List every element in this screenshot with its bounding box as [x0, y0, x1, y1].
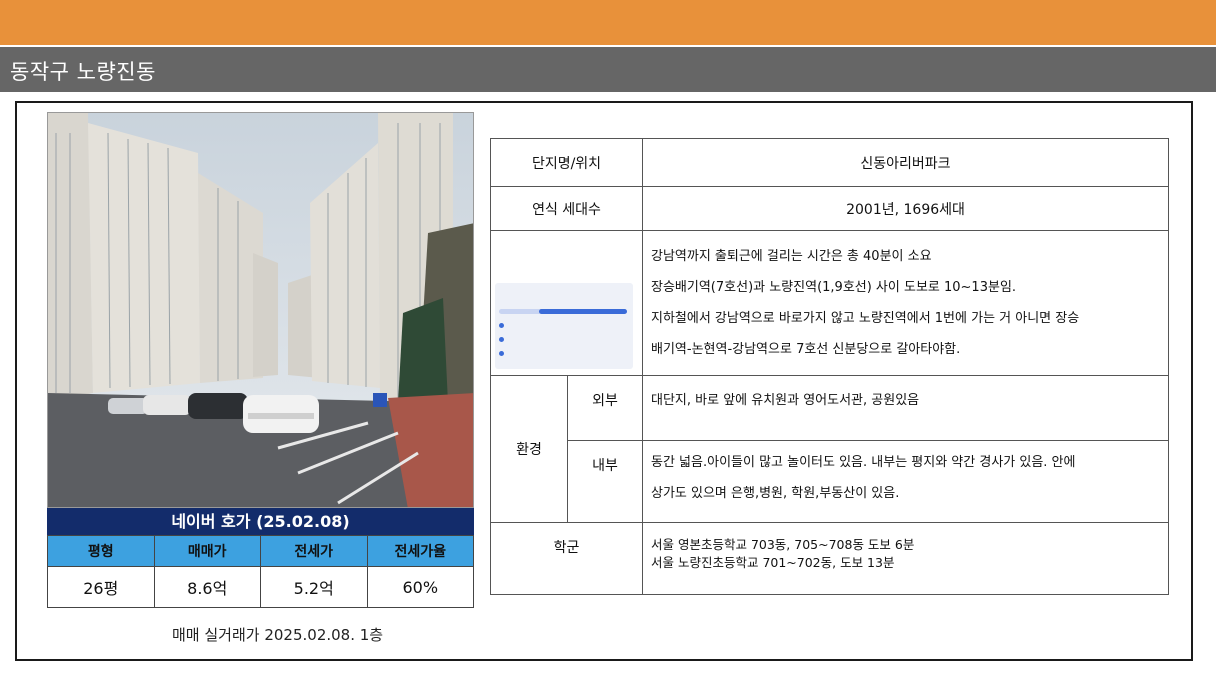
route-bar [499, 309, 627, 314]
price-header-size: 평형 [47, 535, 155, 567]
year-label: 연식 세대수 [490, 186, 643, 231]
school-label: 학군 [490, 522, 643, 595]
price-value-size: 26평 [47, 566, 155, 608]
route-dot [499, 323, 504, 328]
top-accent-bar [0, 0, 1216, 45]
env-inner-line: 동간 넓음.아이들이 많고 놀이터도 있음. 내부는 평지와 약간 경사가 있음… [651, 455, 1076, 470]
route-dot [499, 351, 504, 356]
env-inner-value: 동간 넓음.아이들이 많고 놀이터도 있음. 내부는 평지와 약간 경사가 있음… [642, 440, 1169, 523]
title-bar: 동작구 노량진동 [0, 47, 1216, 92]
price-table: 평형 매매가 전세가 전세가율 26평 8.6억 5.2억 60% [47, 535, 474, 608]
apartment-photo [47, 112, 474, 508]
traffic-line: 장승배기역(7호선)과 노량진역(1,9호선) 사이 도보로 10~13분임. [651, 280, 1017, 295]
price-value-ratio: 60% [366, 566, 474, 608]
year-value: 2001년, 1696세대 [642, 186, 1169, 231]
price-header-jeonse: 전세가 [260, 535, 368, 567]
traffic-line: 강남역까지 출퇴근에 걸리는 시간은 총 40분이 소요 [651, 249, 932, 264]
route-thumbnail [495, 283, 633, 369]
name-value: 신동아리버파크 [642, 138, 1169, 187]
school-line: 서울 영본초등학교 703동, 705~708동 도보 6분 [651, 537, 915, 552]
env-inner-label: 내부 [567, 440, 643, 523]
env-inner-line: 상가도 있으며 은행,병원, 학원,부동산이 있음. [651, 486, 900, 501]
price-title: 네이버 호가 (25.02.08) [47, 508, 474, 535]
traffic-line: 지하철에서 강남역으로 바로가지 않고 노량진역에서 1번에 가는 거 아니면 … [651, 311, 1080, 326]
price-header-ratio: 전세가율 [366, 535, 474, 567]
env-outer-value: 대단지, 바로 앞에 유치원과 영어도서관, 공원있음 [642, 375, 1169, 441]
info-table: 단지명/위치 신동아리버파크 연식 세대수 2001년, 1696세대 교통 강… [490, 138, 1169, 595]
name-label: 단지명/위치 [490, 138, 643, 187]
page-title: 동작구 노량진동 [10, 60, 156, 84]
price-header-sale: 매매가 [153, 535, 261, 567]
traffic-cell: 교통 [490, 230, 643, 376]
traffic-line: 배기역-논현역-강남역으로 7호선 신분당으로 갈아타야함. [651, 342, 961, 357]
price-value-sale: 8.6억 [153, 566, 261, 608]
school-line: 서울 노량진초등학교 701~702동, 도보 13분 [651, 555, 895, 570]
price-value-jeonse: 5.2억 [260, 566, 368, 608]
route-dot [499, 337, 504, 342]
env-outer-label: 외부 [567, 375, 643, 441]
transaction-note: 매매 실거래가 2025.02.08. 1층 [172, 626, 384, 644]
school-value: 서울 영본초등학교 703동, 705~708동 도보 6분 서울 노량진초등학… [642, 522, 1169, 595]
traffic-value: 강남역까지 출퇴근에 걸리는 시간은 총 40분이 소요 장승배기역(7호선)과… [642, 230, 1169, 376]
env-label: 환경 [490, 375, 568, 523]
